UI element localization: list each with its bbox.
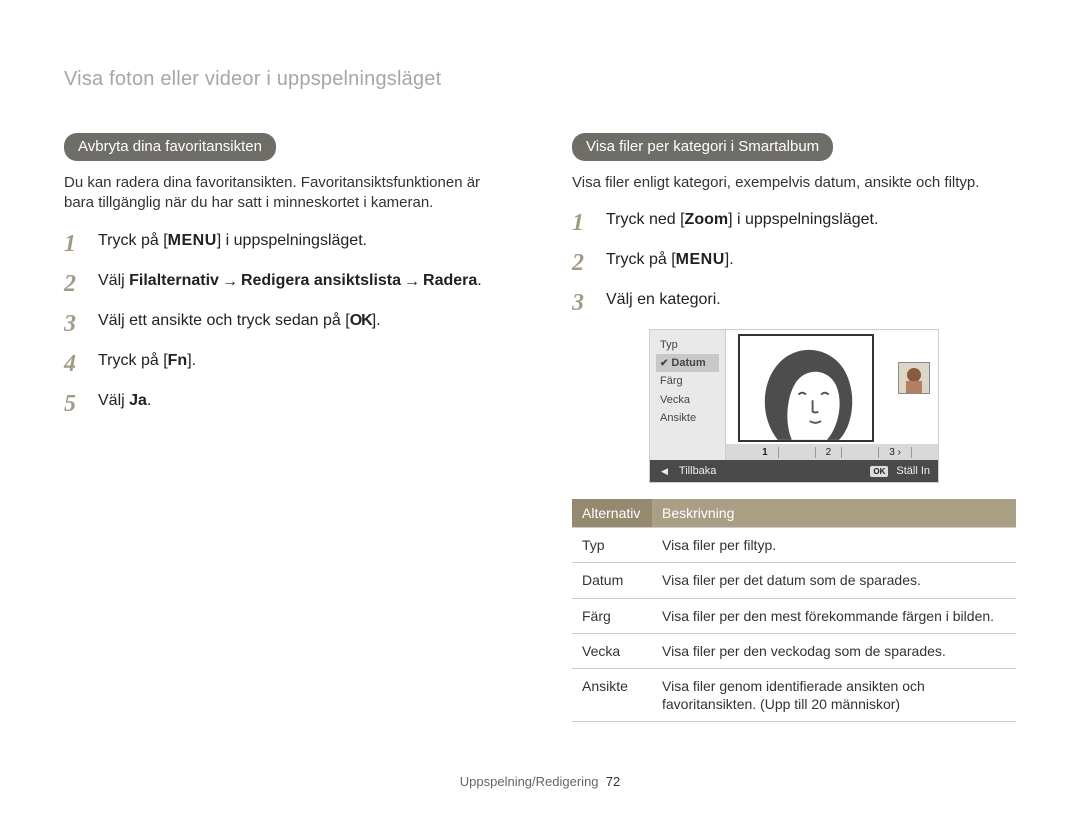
- step-text: Tryck på [: [606, 251, 676, 268]
- right-step-1: 1 Tryck ned [Zoom] i uppspelningsläget.: [572, 209, 1016, 235]
- heading-pill-right: Visa filer per kategori i Smartalbum: [572, 133, 833, 161]
- step-number: 5: [64, 392, 88, 416]
- step-text: ].: [372, 312, 381, 329]
- table-cell-desc: Visa filer per den mest förekommande fär…: [652, 598, 1016, 633]
- left-step-1: 1 Tryck på [MENU] i uppspelningsläget.: [64, 230, 508, 256]
- left-column: Avbryta dina favoritansikten Du kan rade…: [64, 133, 508, 722]
- table-header-alt: Alternativ: [572, 499, 652, 528]
- pager-page: 3 ›: [878, 447, 912, 458]
- right-intro: Visa filer enligt kategori, exempelvis d…: [572, 173, 1016, 193]
- step-number: 2: [64, 272, 88, 296]
- step-text: ].: [187, 352, 196, 369]
- lcd-category-item: Färg: [656, 372, 719, 390]
- arrow-right-icon: →: [219, 273, 241, 290]
- lcd-category-item: Ansikte: [656, 409, 719, 427]
- step-text: Välj: [98, 392, 129, 409]
- face-illustration-icon: [740, 336, 872, 440]
- pager-page: 2: [815, 447, 843, 458]
- left-step-4: 4 Tryck på [Fn].: [64, 350, 508, 376]
- menu-icon: MENU: [676, 249, 725, 271]
- table-row: Ansikte Visa filer genom identifierade a…: [572, 669, 1016, 722]
- step-number: 2: [572, 251, 596, 275]
- lcd-bottom-bar: ◀ Tillbaka OK Ställ In: [650, 460, 938, 482]
- step-text: Tryck på [: [98, 352, 168, 369]
- lcd-category-item: Typ: [656, 336, 719, 354]
- step-number: 3: [64, 312, 88, 336]
- step-number: 4: [64, 352, 88, 376]
- thumbnail-face-icon: [899, 363, 929, 393]
- step-text: Välj: [98, 272, 129, 289]
- menu-path: Redigera ansiktslista: [241, 272, 401, 289]
- table-row: Färg Visa filer per den mest förekommand…: [572, 598, 1016, 633]
- table-cell-alt: Vecka: [572, 633, 652, 668]
- table-cell-alt: Datum: [572, 563, 652, 598]
- table-row: Datum Visa filer per det datum som de sp…: [572, 563, 1016, 598]
- left-intro: Du kan radera dina favoritansikten. Favo…: [64, 173, 508, 214]
- table-header-desc: Beskrivning: [652, 499, 1016, 528]
- confirm-label: Ja: [129, 392, 147, 409]
- table-cell-desc: Visa filer genom identifierade ansikten …: [652, 669, 1016, 722]
- table-cell-alt: Typ: [572, 528, 652, 563]
- step-text: Tryck ned [: [606, 211, 685, 228]
- table-row: Vecka Visa filer per den veckodag som de…: [572, 633, 1016, 668]
- menu-icon: MENU: [168, 230, 217, 252]
- step-text: Välj ett ansikte och tryck sedan på [: [98, 312, 350, 329]
- arrow-right-icon: →: [401, 273, 423, 290]
- lcd-back-label: Tillbaka: [679, 465, 717, 477]
- check-icon: ✔: [660, 358, 671, 369]
- right-step-3: 3 Välj en kategori.: [572, 289, 1016, 315]
- left-step-2: 2 Välj Filalternativ→Redigera ansiktslis…: [64, 270, 508, 296]
- step-text: .: [147, 392, 151, 409]
- footer-section: Uppspelning/Redigering: [460, 774, 599, 789]
- chevron-right-icon: ›: [898, 447, 901, 458]
- footer-page-number: 72: [606, 774, 620, 789]
- step-text: ].: [725, 251, 734, 268]
- step-number: 1: [572, 211, 596, 235]
- right-step-2: 2 Tryck på [MENU].: [572, 249, 1016, 275]
- table-cell-alt: Färg: [572, 598, 652, 633]
- table-cell-desc: Visa filer per den veckodag som de spara…: [652, 633, 1016, 668]
- lcd-set-label: Ställ In: [896, 465, 930, 477]
- left-step-5: 5 Välj Ja.: [64, 390, 508, 416]
- step-text: Välj en kategori.: [606, 289, 1016, 311]
- pager-current: 1: [752, 447, 779, 458]
- right-column: Visa filer per kategori i Smartalbum Vis…: [572, 133, 1016, 722]
- lcd-photo-preview: [738, 334, 874, 442]
- heading-pill-left: Avbryta dina favoritansikten: [64, 133, 276, 161]
- menu-path: Filalternativ: [129, 272, 219, 289]
- page-title: Visa foton eller videor i uppspelningslä…: [64, 68, 1016, 91]
- table-cell-desc: Visa filer per filtyp.: [652, 528, 1016, 563]
- lcd-pager: 1 2 3 ›: [726, 444, 938, 460]
- arrow-left-icon: ◀: [658, 466, 671, 477]
- step-number: 1: [64, 232, 88, 256]
- step-text: ] i uppspelningsläget.: [217, 232, 367, 249]
- lcd-thumbnail: [898, 362, 930, 394]
- ok-icon: OK: [350, 310, 372, 332]
- table-cell-alt: Ansikte: [572, 669, 652, 722]
- lcd-category-item: Vecka: [656, 391, 719, 409]
- fn-icon: Fn: [168, 350, 188, 372]
- step-text: ] i uppspelningsläget.: [728, 211, 878, 228]
- camera-lcd-illustration: Typ ✔Datum Färg Vecka Ansikte: [649, 329, 939, 483]
- lcd-category-list: Typ ✔Datum Färg Vecka Ansikte: [650, 330, 726, 460]
- page-footer: Uppspelning/Redigering 72: [0, 774, 1080, 789]
- ok-icon: OK: [870, 466, 888, 477]
- lcd-category-label: Datum: [671, 357, 705, 369]
- lcd-category-item-active: ✔Datum: [656, 354, 719, 372]
- step-number: 3: [572, 291, 596, 315]
- table-row: Typ Visa filer per filtyp.: [572, 528, 1016, 563]
- table-cell-desc: Visa filer per det datum som de sparades…: [652, 563, 1016, 598]
- zoom-label: Zoom: [685, 211, 729, 228]
- options-table: Alternativ Beskrivning Typ Visa filer pe…: [572, 499, 1016, 722]
- step-text: Tryck på [: [98, 232, 168, 249]
- left-step-3: 3 Välj ett ansikte och tryck sedan på [O…: [64, 310, 508, 336]
- menu-path: Radera: [423, 272, 477, 289]
